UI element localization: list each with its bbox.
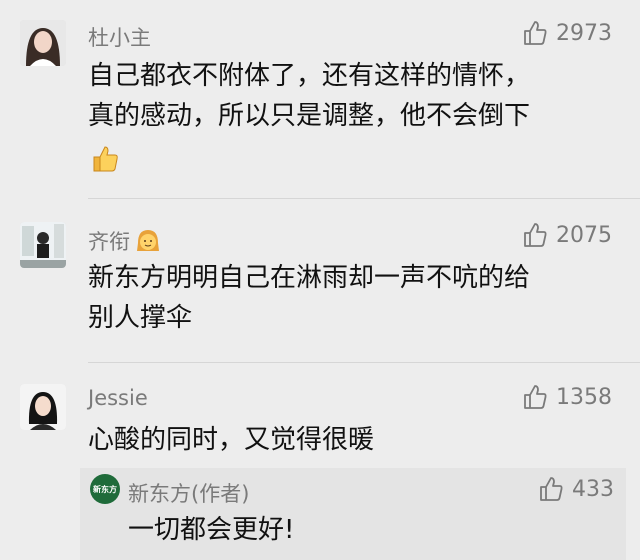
comment-text: 心酸的同时，又觉得很暖 [88,425,375,455]
divider [88,362,640,363]
avatar[interactable] [20,20,66,66]
avatar[interactable] [20,384,66,430]
like-button[interactable]: 1358 [522,384,612,410]
comment-text: 自己都衣不附体了，还有这样的情怀， [88,61,531,91]
like-button[interactable]: 433 [538,476,614,502]
reply-text: 一切都会更好! [128,515,295,545]
avatar-photo-icon [20,20,66,66]
avatar-photo-icon [20,384,66,430]
thumbs-up-icon [524,223,547,247]
like-count: 1358 [556,384,612,410]
thumbs-up-icon [540,477,563,501]
thumbs-up-emoji-icon [90,144,120,178]
thumbs-up-icon [524,21,547,45]
girl-face-emoji-icon [134,227,162,255]
like-count: 2075 [556,222,612,248]
author-logo[interactable]: 新东方 [90,474,120,504]
like-button[interactable]: 2075 [522,222,612,248]
commenter-name[interactable]: 齐衔 [88,226,162,256]
comment-text: 真的感动，所以只是调整，他不会倒下 [88,101,531,131]
like-count: 433 [572,476,614,502]
comment-text: 别人撑伞 [88,303,193,333]
like-count: 2973 [556,20,612,46]
commenter-name[interactable]: 杜小主 [88,22,151,52]
avatar-photo-icon [20,222,66,268]
like-button[interactable]: 2973 [522,20,612,46]
author-name[interactable]: 新东方(作者) [128,478,249,508]
author-logo-text: 新东方 [93,484,117,494]
commenter-name[interactable]: Jessie [88,386,148,410]
commenter-name-text: 齐衔 [88,230,130,254]
comment-text: 新东方明明自己在淋雨却一声不吭的给 [88,263,531,293]
divider [88,198,640,199]
thumbs-up-icon [524,385,547,409]
avatar[interactable] [20,222,66,268]
